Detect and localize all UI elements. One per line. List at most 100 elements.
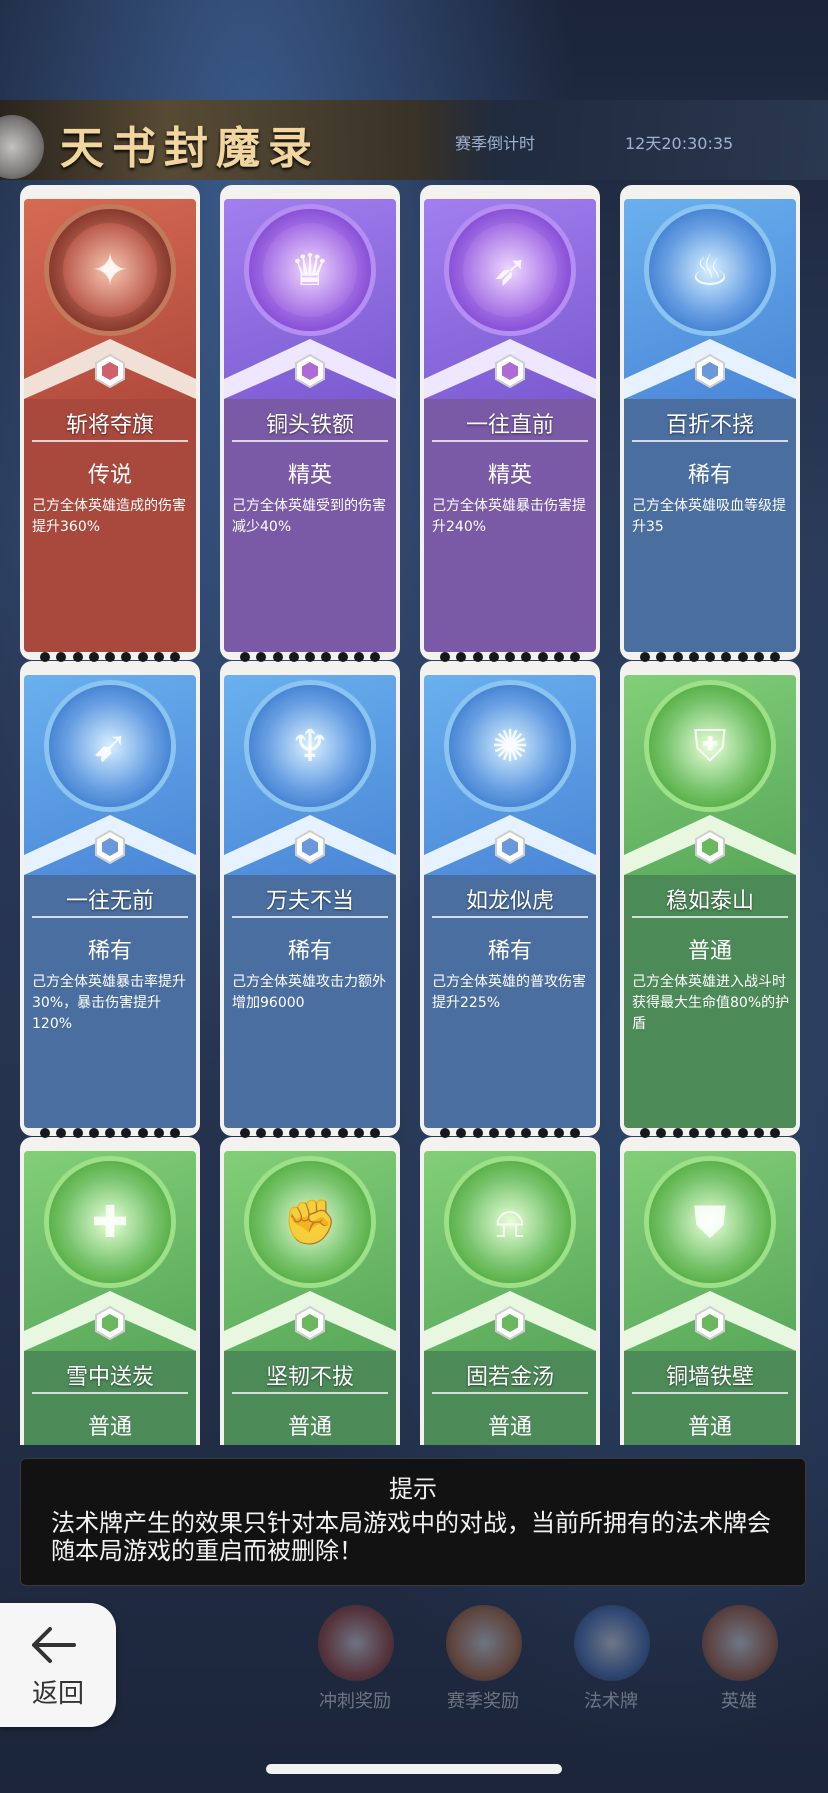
spell-card[interactable]: ♛ 铜头铁额 精英 己方全体英雄受到的伤害减少40%: [220, 185, 400, 660]
card-face: ✚雪中送炭普通己方英雄生命值低于50: [24, 1151, 196, 1445]
back-button[interactable]: 返回: [0, 1603, 116, 1727]
perforation: [640, 652, 780, 662]
spell-card[interactable]: ✦ 斩将夺旗 传说 己方全体英雄造成的伤害提升360%: [20, 185, 200, 660]
nav-label: 法术牌: [584, 1691, 638, 1712]
card-rarity: 传说: [87, 463, 132, 488]
divider: [232, 916, 388, 918]
spell-card-grid: ✦ 斩将夺旗 传说 己方全体英雄造成的伤害提升360% ♛ 铜头铁额 精英 己方全体英雄受到的…: [20, 185, 805, 1445]
perforation: [440, 652, 580, 662]
gem-icon: [95, 1306, 125, 1340]
card-rarity: 精英: [487, 463, 532, 488]
card-emblem: ♛: [249, 209, 371, 331]
card-emblem: ⍾: [449, 1161, 571, 1283]
card-name: 雪中送炭: [65, 1365, 154, 1390]
season-countdown-value: 12天20:30:35: [625, 134, 734, 153]
card-description: 己方全体英雄受到的伤害减少40%: [232, 498, 386, 535]
card-name: 坚韧不拔: [265, 1365, 354, 1390]
card-face: ♛ 铜头铁额 精英 己方全体英雄受到的伤害减少40%: [224, 199, 396, 652]
card-rarity: 普通: [687, 939, 732, 964]
card-rarity: 普通: [687, 1415, 732, 1440]
card-rarity: 稀有: [687, 463, 732, 488]
nav-label: 赛季奖励: [447, 1691, 519, 1712]
wall-shield-icon: ⛊: [663, 1175, 757, 1269]
card-description: 己方全体英雄吸血等级提升35: [632, 498, 786, 535]
gem-icon: [295, 1306, 325, 1340]
divider: [632, 916, 788, 918]
card-description: 己方全体英雄暴击伤害提升240%: [432, 498, 586, 535]
card-name: 稳如泰山: [665, 889, 754, 914]
nav-spell-cards[interactable]: 法术牌: [556, 1605, 666, 1730]
gem-icon: [295, 830, 325, 864]
card-name: 固若金汤: [465, 1365, 554, 1390]
spell-card[interactable]: ⍾固若金汤普通己方全体英雄防御力: [420, 1128, 600, 1445]
nav-season-reward[interactable]: 赛季奖励: [428, 1605, 538, 1730]
card-rarity: 稀有: [87, 939, 132, 964]
card-rarity: 普通: [87, 1415, 132, 1440]
card-emblem: ⛊: [649, 1161, 771, 1283]
card-name: 万夫不当: [265, 889, 354, 914]
tip-title: 提示: [389, 1475, 437, 1503]
card-name: 如龙似虎: [465, 889, 554, 914]
divider: [232, 440, 388, 442]
spell-card[interactable]: ➹ 一往无前稀有己方全体英雄暴击率提升30%，暴击伤害提升120%: [20, 652, 200, 1136]
spell-card[interactable]: ⛊铜墙铁壁普通己方全体英雄防御力: [620, 1128, 800, 1445]
divider: [632, 1392, 788, 1394]
spell-card[interactable]: ➶ 一往直前 精英 己方全体英雄暴击伤害提升240%: [420, 185, 600, 660]
nav-sprint-reward[interactable]: 冲刺奖励: [300, 1605, 410, 1730]
spell-card[interactable]: ⛨ 稳如泰山 普通 己方全体英雄进入战斗时获得最大生命值80%的护盾: [620, 652, 800, 1136]
spell-card[interactable]: ✺ 如龙似虎 稀有 己方全体英雄的普攻伤害提升225%: [420, 652, 600, 1136]
card-emblem: ♆: [249, 685, 371, 807]
sprint-reward-icon: [318, 1605, 394, 1681]
card-description: 己方全体英雄暴击率提升30%，暴击伤害提升120%: [32, 974, 186, 1032]
healing-cross-icon: ✚: [63, 1175, 157, 1269]
tip-body: 法术牌产生的效果只针对本局游戏中的对战，当前所拥有的法术牌会随本局游戏的重启而被…: [51, 1509, 771, 1565]
card-name: 斩将夺旗: [65, 413, 154, 438]
season-countdown-label: 赛季倒计时: [455, 134, 536, 153]
flexed-arm-icon: ✊: [263, 1175, 357, 1269]
gem-icon: [295, 354, 325, 388]
armored-head-icon: ♛: [263, 223, 357, 317]
tip-dialog: 提示 法术牌产生的效果只针对本局游戏中的对战，当前所拥有的法术牌会随本局游戏的重…: [20, 1458, 806, 1586]
card-rarity: 普通: [287, 1415, 332, 1440]
gem-icon: [495, 830, 525, 864]
card-emblem: ✚: [49, 1161, 171, 1283]
spell-cards-icon: [574, 1605, 650, 1681]
gem-icon: [695, 1306, 725, 1340]
spell-card[interactable]: ♆ 万夫不当 稀有 己方全体英雄攻击力额外增加96000: [220, 652, 400, 1136]
season-reward-icon: [446, 1605, 522, 1681]
card-face: ⛨ 稳如泰山 普通 己方全体英雄进入战斗时获得最大生命值80%的护盾: [624, 675, 796, 1128]
card-rarity: 普通: [487, 1415, 532, 1440]
card-description: 己方全体英雄造成的伤害提升360%: [32, 498, 186, 535]
perforation: [240, 1128, 380, 1138]
dragon-flame-icon: ♨: [663, 223, 757, 317]
card-face: ✦ 斩将夺旗 传说 己方全体英雄造成的伤害提升360%: [24, 199, 196, 652]
card-name: 百折不挠: [665, 413, 754, 438]
perforation: [640, 1128, 780, 1138]
perforation: [40, 1128, 180, 1138]
spell-card[interactable]: ♨ 百折不挠稀有己方全体英雄吸血等级提升35: [620, 185, 800, 660]
card-name: 一往无前: [65, 889, 154, 914]
nav-heroes[interactable]: 英雄: [684, 1605, 794, 1730]
gem-icon: [95, 830, 125, 864]
divider: [32, 916, 188, 918]
perforation: [440, 1128, 580, 1138]
card-rarity: 稀有: [487, 939, 532, 964]
winged-guardian-icon: ♆: [263, 699, 357, 793]
spell-card[interactable]: ✚雪中送炭普通己方英雄生命值低于50: [20, 1128, 200, 1445]
divider: [632, 440, 788, 442]
divider: [32, 1392, 188, 1394]
card-description: 己方全体英雄攻击力额外增加96000: [232, 974, 386, 1011]
gem-icon: [495, 354, 525, 388]
card-face: ♆ 万夫不当 稀有 己方全体英雄攻击力额外增加96000: [224, 675, 396, 1128]
spell-card[interactable]: ✊坚韧不拔普通己方全体英雄最大生: [220, 1128, 400, 1445]
card-face: ➹ 一往无前稀有己方全体英雄暴击率提升30%，暴击伤害提升120%: [24, 675, 196, 1128]
divider: [32, 440, 188, 442]
card-emblem: ✺: [449, 685, 571, 807]
divider: [432, 440, 588, 442]
sprinting-warrior-icon: ➹: [63, 699, 157, 793]
charging-beast-icon: ➶: [463, 223, 557, 317]
card-emblem: ➹: [49, 685, 171, 807]
banner-title: 天书封魔录: [60, 123, 320, 174]
card-emblem: ♨: [649, 209, 771, 331]
card-description: 己方全体英雄进入战斗时获得最大生命值80%的护盾: [632, 974, 790, 1032]
